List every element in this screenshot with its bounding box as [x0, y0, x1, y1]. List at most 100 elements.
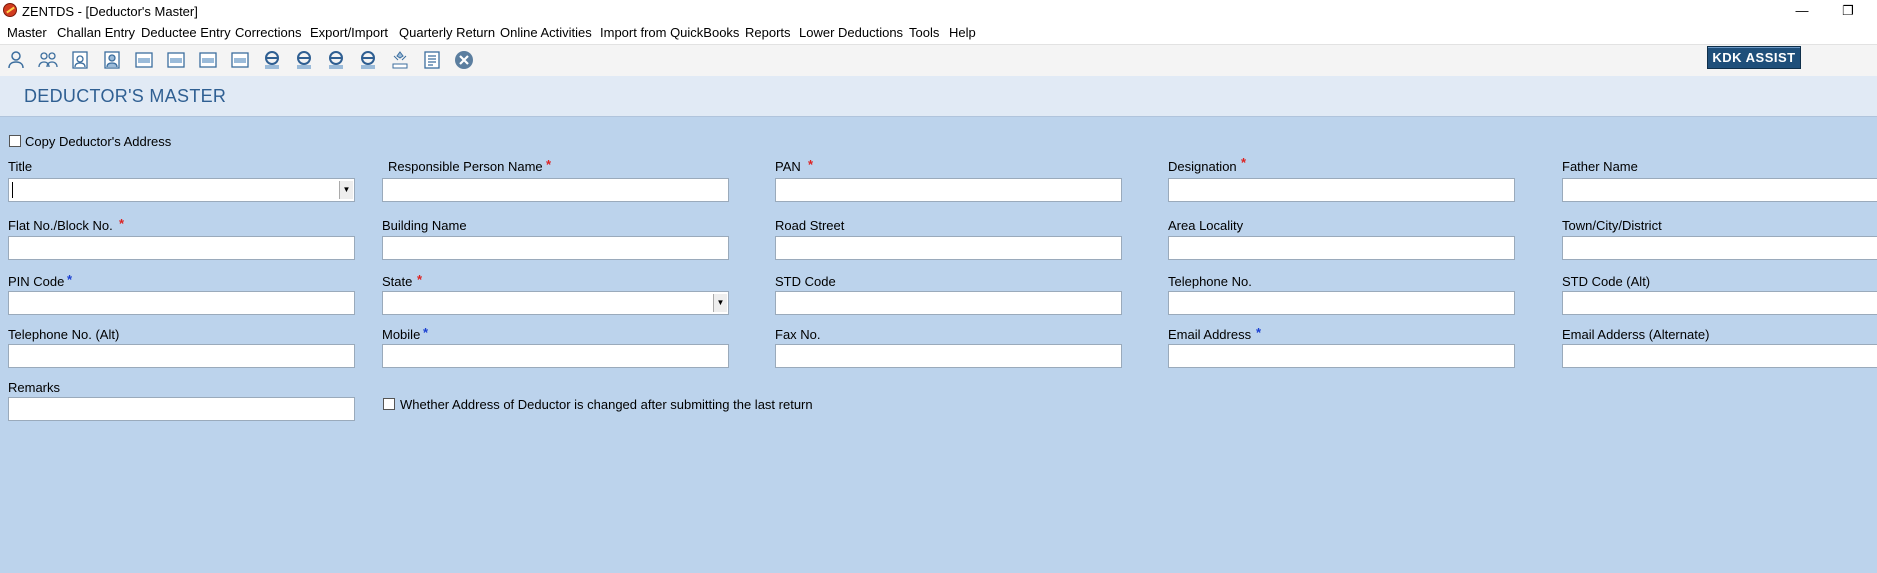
pan-label: PAN [775, 159, 801, 174]
e-27q-icon [329, 51, 343, 69]
form-27q-icon [199, 52, 217, 68]
page-header [0, 76, 1877, 117]
address-changed-checkbox[interactable] [383, 398, 395, 410]
fax-label: Fax No. [775, 327, 821, 342]
deductee-master-icon [104, 51, 120, 69]
menu-corrections[interactable]: Corrections [235, 25, 301, 40]
menu-challan-entry[interactable]: Challan Entry [57, 25, 135, 40]
text-caret [12, 182, 13, 198]
toolbar [0, 45, 1877, 76]
title-dropdown[interactable]: ▼ [8, 178, 355, 202]
window-title: ZENTDS - [Deductor's Master] [22, 4, 198, 19]
tds-button[interactable] [388, 48, 412, 72]
designation-input[interactable] [1168, 178, 1515, 202]
responsible-person-input[interactable] [382, 178, 729, 202]
e-27q-button[interactable] [324, 48, 348, 72]
close-icon [455, 51, 473, 69]
building-name-label: Building Name [382, 218, 467, 233]
menu-bar: Master Challan Entry Deductee Entry Corr… [0, 22, 1877, 45]
mobile-label: Mobile [382, 327, 421, 342]
form-27eq-icon [231, 52, 249, 68]
telephone-alt-label: Telephone No. (Alt) [8, 327, 120, 342]
report-button[interactable] [420, 48, 444, 72]
town-city-input[interactable] [1562, 236, 1877, 260]
report-icon [424, 51, 440, 69]
form-27eq-button[interactable] [228, 48, 252, 72]
pin-code-input[interactable] [8, 291, 355, 315]
town-city-label: Town/City/District [1562, 218, 1662, 233]
copy-address-label: Copy Deductor's Address [25, 134, 172, 149]
std-code-input[interactable] [775, 291, 1122, 315]
required-mark: * [808, 157, 814, 172]
kdk-assist-button[interactable]: KDK ASSIST [1707, 46, 1801, 69]
deductees-icon [38, 52, 58, 68]
required-mark: * [423, 325, 429, 340]
deductor-button[interactable] [4, 48, 28, 72]
minimize-button[interactable]: — [1779, 0, 1825, 22]
chevron-down-icon[interactable]: ▼ [339, 181, 353, 199]
pan-input[interactable] [775, 178, 1122, 202]
title-label: Title [8, 159, 33, 174]
std-code-alt-label: STD Code (Alt) [1562, 274, 1651, 289]
menu-quarterly-return[interactable]: Quarterly Return [399, 25, 495, 40]
form-26q-icon [167, 52, 185, 68]
state-label: State [382, 274, 413, 289]
telephone-label: Telephone No. [1168, 274, 1252, 289]
e-24q-button[interactable] [260, 48, 284, 72]
email-input[interactable] [1168, 344, 1515, 368]
e-27eq-icon [361, 51, 375, 69]
menu-import-quickbooks[interactable]: Import from QuickBooks [600, 25, 739, 40]
email-label: Email Address [1168, 327, 1252, 342]
email-alt-input[interactable] [1562, 344, 1877, 368]
address-changed-label: Whether Address of Deductor is changed a… [400, 397, 813, 412]
deductees-button[interactable] [36, 48, 60, 72]
title-bar: ZENTDS - [Deductor's Master] — ❐ [0, 0, 1877, 22]
e-27eq-button[interactable] [356, 48, 380, 72]
required-mark: * [1256, 325, 1262, 340]
form-27q-button[interactable] [196, 48, 220, 72]
telephone-input[interactable] [1168, 291, 1515, 315]
father-name-input[interactable] [1562, 178, 1877, 202]
form-26q-button[interactable] [164, 48, 188, 72]
road-street-input[interactable] [775, 236, 1122, 260]
fax-input[interactable] [775, 344, 1122, 368]
menu-deductee-entry[interactable]: Deductee Entry [141, 25, 231, 40]
menu-online-activities[interactable]: Online Activities [500, 25, 592, 40]
restore-button[interactable]: ❐ [1825, 0, 1871, 22]
deductee-master-button[interactable] [100, 48, 124, 72]
menu-lower-deductions[interactable]: Lower Deductions [799, 25, 903, 40]
deductor-icon [8, 51, 24, 69]
area-locality-input[interactable] [1168, 236, 1515, 260]
chevron-down-icon[interactable]: ▼ [713, 294, 727, 312]
required-mark: * [546, 157, 552, 172]
pin-code-label: PIN Code [8, 274, 65, 289]
email-alt-label: Email Adderss (Alternate) [1562, 327, 1710, 342]
page-title: DEDUCTOR'S MASTER [24, 86, 227, 106]
area-locality-label: Area Locality [1168, 218, 1244, 233]
e-24q-icon [265, 51, 279, 69]
road-street-label: Road Street [775, 218, 845, 233]
form-24q-button[interactable] [132, 48, 156, 72]
required-mark: * [417, 272, 423, 287]
close-form-button[interactable] [452, 48, 476, 72]
menu-master[interactable]: Master [7, 25, 47, 40]
menu-export-import[interactable]: Export/Import [310, 25, 388, 40]
telephone-alt-input[interactable] [8, 344, 355, 368]
menu-help[interactable]: Help [949, 25, 976, 40]
copy-address-checkbox[interactable] [9, 135, 21, 147]
required-mark: * [119, 216, 125, 231]
designation-label: Designation [1168, 159, 1237, 174]
flat-no-input[interactable] [8, 236, 355, 260]
std-code-alt-input[interactable] [1562, 291, 1877, 315]
e-26q-button[interactable] [292, 48, 316, 72]
remarks-input[interactable] [8, 397, 355, 421]
menu-tools[interactable]: Tools [909, 25, 939, 40]
zentds-logo-icon [3, 3, 17, 17]
state-dropdown[interactable]: ▼ [382, 291, 729, 315]
form-24q-icon [135, 52, 153, 68]
tds-icon [392, 51, 408, 69]
menu-reports[interactable]: Reports [745, 25, 791, 40]
deductor-master-button[interactable] [68, 48, 92, 72]
building-name-input[interactable] [382, 236, 729, 260]
mobile-input[interactable] [382, 344, 729, 368]
